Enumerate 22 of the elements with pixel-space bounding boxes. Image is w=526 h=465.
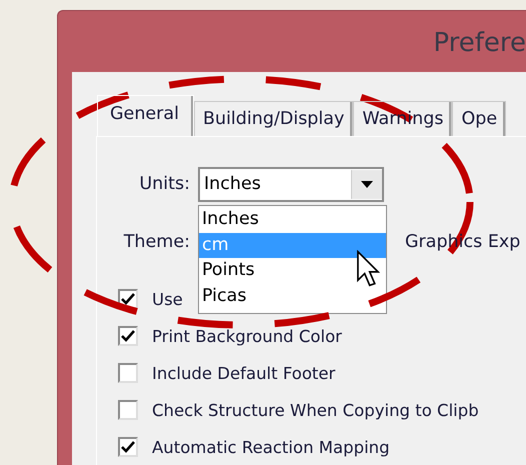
window-title: Prefere <box>433 28 526 58</box>
tab[interactable]: Ope <box>452 101 506 136</box>
tab[interactable]: Building/Display <box>194 101 354 136</box>
checkbox-label: Print Background Color <box>152 326 342 346</box>
units-dropdown[interactable]: Inches <box>198 166 384 202</box>
checkbox[interactable] <box>118 326 138 346</box>
dropdown-option[interactable]: Picas <box>199 284 386 309</box>
dropdown-arrow-icon <box>361 180 373 188</box>
checkbox-label: Include Default Footer <box>152 364 336 382</box>
checkbox[interactable] <box>118 400 138 420</box>
checkbox-label: Check Structure When Copying to Clipb <box>152 400 479 420</box>
dropdown-option[interactable]: Inches <box>199 207 386 232</box>
checkbox-label: Use <box>152 290 183 308</box>
checkbox[interactable] <box>118 437 138 457</box>
checkbox[interactable] <box>118 363 138 383</box>
pointer-cursor-icon <box>356 250 380 287</box>
tab[interactable]: Warnings <box>353 101 452 136</box>
tab[interactable]: General <box>97 95 194 136</box>
dropdown-option[interactable]: Points <box>199 258 386 284</box>
field-label: Theme: <box>122 232 190 252</box>
field-label: Units: <box>138 174 190 194</box>
checkbox-label: Automatic Reaction Mapping <box>152 438 390 456</box>
